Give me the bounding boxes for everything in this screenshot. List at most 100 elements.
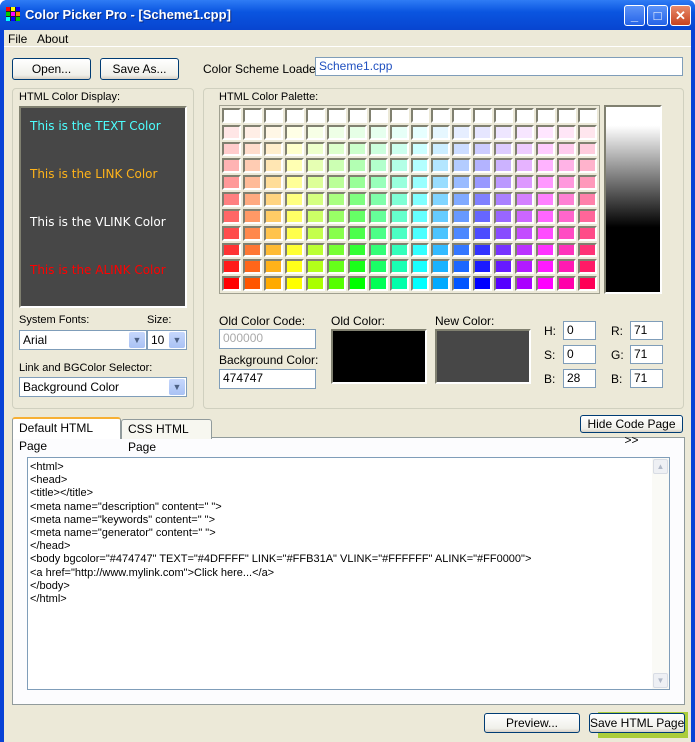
palette-swatch[interactable] — [389, 175, 409, 191]
palette-swatch[interactable] — [347, 225, 367, 241]
palette-swatch[interactable] — [452, 158, 472, 174]
palette-swatch[interactable] — [347, 259, 367, 275]
palette-swatch[interactable] — [578, 276, 597, 291]
palette-swatch[interactable] — [326, 141, 346, 157]
palette-swatch[interactable] — [389, 208, 409, 224]
palette-swatch[interactable] — [222, 259, 241, 275]
palette-swatch[interactable] — [536, 259, 556, 275]
palette-swatch[interactable] — [389, 242, 409, 258]
palette-swatch[interactable] — [473, 242, 493, 258]
palette-swatch[interactable] — [473, 141, 493, 157]
palette-swatch[interactable] — [410, 158, 430, 174]
palette-swatch[interactable] — [557, 242, 577, 258]
palette-swatch[interactable] — [536, 141, 556, 157]
palette-swatch[interactable] — [557, 124, 577, 140]
palette-swatch[interactable] — [494, 208, 514, 224]
palette-swatch[interactable] — [222, 124, 241, 140]
palette-swatch[interactable] — [431, 124, 451, 140]
palette-swatch[interactable] — [536, 225, 556, 241]
palette-swatch[interactable] — [515, 276, 535, 291]
blue-input[interactable]: 71 — [630, 369, 663, 388]
palette-swatch[interactable] — [305, 192, 325, 207]
palette-swatch[interactable] — [368, 124, 388, 140]
palette-swatch[interactable] — [494, 259, 514, 275]
palette-swatch[interactable] — [473, 124, 493, 140]
palette-swatch[interactable] — [536, 158, 556, 174]
palette-swatch[interactable] — [578, 208, 597, 224]
chevron-down-icon[interactable]: ▼ — [129, 332, 145, 348]
palette-swatch[interactable] — [263, 192, 283, 207]
chevron-down-icon[interactable]: ▼ — [169, 379, 185, 395]
palette-swatch[interactable] — [263, 259, 283, 275]
palette-swatch[interactable] — [326, 276, 346, 291]
palette-swatch[interactable] — [326, 158, 346, 174]
save-as-button[interactable]: Save As... — [100, 58, 179, 80]
palette-swatch[interactable] — [410, 124, 430, 140]
palette-swatch[interactable] — [515, 175, 535, 191]
title-bar[interactable]: Color Picker Pro - [Scheme1.cpp] _ □ ✕ — [0, 0, 695, 30]
palette-swatch[interactable] — [284, 141, 304, 157]
menu-about[interactable]: About — [37, 32, 68, 46]
scheme-input[interactable]: Scheme1.cpp — [315, 57, 683, 76]
menu-file[interactable]: File — [8, 32, 27, 46]
palette-swatch[interactable] — [578, 158, 597, 174]
palette-swatch[interactable] — [431, 208, 451, 224]
palette-swatch[interactable] — [284, 242, 304, 258]
close-button[interactable]: ✕ — [670, 5, 691, 26]
palette-swatch[interactable] — [536, 175, 556, 191]
green-input[interactable]: 71 — [630, 345, 663, 364]
palette-swatch[interactable] — [515, 108, 535, 123]
palette-swatch[interactable] — [578, 192, 597, 207]
tab-css-html-page[interactable]: CSS HTML Page — [121, 419, 212, 454]
palette-swatch[interactable] — [431, 175, 451, 191]
palette-swatch[interactable] — [473, 276, 493, 291]
tab-default-html-page[interactable]: Default HTML Page — [12, 417, 121, 453]
palette-swatch[interactable] — [389, 158, 409, 174]
palette-swatch[interactable] — [494, 124, 514, 140]
palette-swatch[interactable] — [452, 225, 472, 241]
palette-swatch[interactable] — [326, 225, 346, 241]
palette-swatch[interactable] — [305, 108, 325, 123]
palette-swatch[interactable] — [452, 208, 472, 224]
palette-swatch[interactable] — [389, 141, 409, 157]
palette-swatch[interactable] — [578, 225, 597, 241]
brightness-gradient[interactable] — [604, 105, 662, 294]
palette-swatch[interactable] — [284, 108, 304, 123]
chevron-down-icon[interactable]: ▼ — [169, 332, 185, 348]
palette-swatch[interactable] — [389, 108, 409, 123]
palette-swatch[interactable] — [242, 208, 262, 224]
palette-swatch[interactable] — [410, 242, 430, 258]
palette-swatch[interactable] — [557, 276, 577, 291]
palette-swatch[interactable] — [305, 208, 325, 224]
palette-swatch[interactable] — [347, 108, 367, 123]
palette-swatch[interactable] — [368, 276, 388, 291]
palette-swatch[interactable] — [452, 192, 472, 207]
palette-swatch[interactable] — [326, 208, 346, 224]
palette-swatch[interactable] — [515, 242, 535, 258]
palette-swatch[interactable] — [347, 276, 367, 291]
palette-swatch[interactable] — [222, 208, 241, 224]
palette-swatch[interactable] — [557, 108, 577, 123]
palette-swatch[interactable] — [242, 141, 262, 157]
palette-swatch[interactable] — [347, 124, 367, 140]
bg-color-input[interactable]: 474747 — [219, 369, 316, 389]
palette-swatch[interactable] — [452, 276, 472, 291]
preview-button[interactable]: Preview... — [484, 713, 580, 733]
palette-swatch[interactable] — [326, 259, 346, 275]
palette-swatch[interactable] — [557, 225, 577, 241]
palette-swatch[interactable] — [410, 259, 430, 275]
palette-swatch[interactable] — [494, 108, 514, 123]
palette-swatch[interactable] — [410, 175, 430, 191]
palette-swatch[interactable] — [242, 276, 262, 291]
palette-swatch[interactable] — [305, 141, 325, 157]
palette-swatch[interactable] — [536, 192, 556, 207]
palette-swatch[interactable] — [326, 175, 346, 191]
palette-swatch[interactable] — [410, 108, 430, 123]
palette-swatch[interactable] — [305, 175, 325, 191]
palette-swatch[interactable] — [242, 242, 262, 258]
palette-swatch[interactable] — [222, 175, 241, 191]
palette-swatch[interactable] — [305, 124, 325, 140]
palette-swatch[interactable] — [473, 208, 493, 224]
palette-swatch[interactable] — [368, 108, 388, 123]
palette-swatch[interactable] — [326, 124, 346, 140]
